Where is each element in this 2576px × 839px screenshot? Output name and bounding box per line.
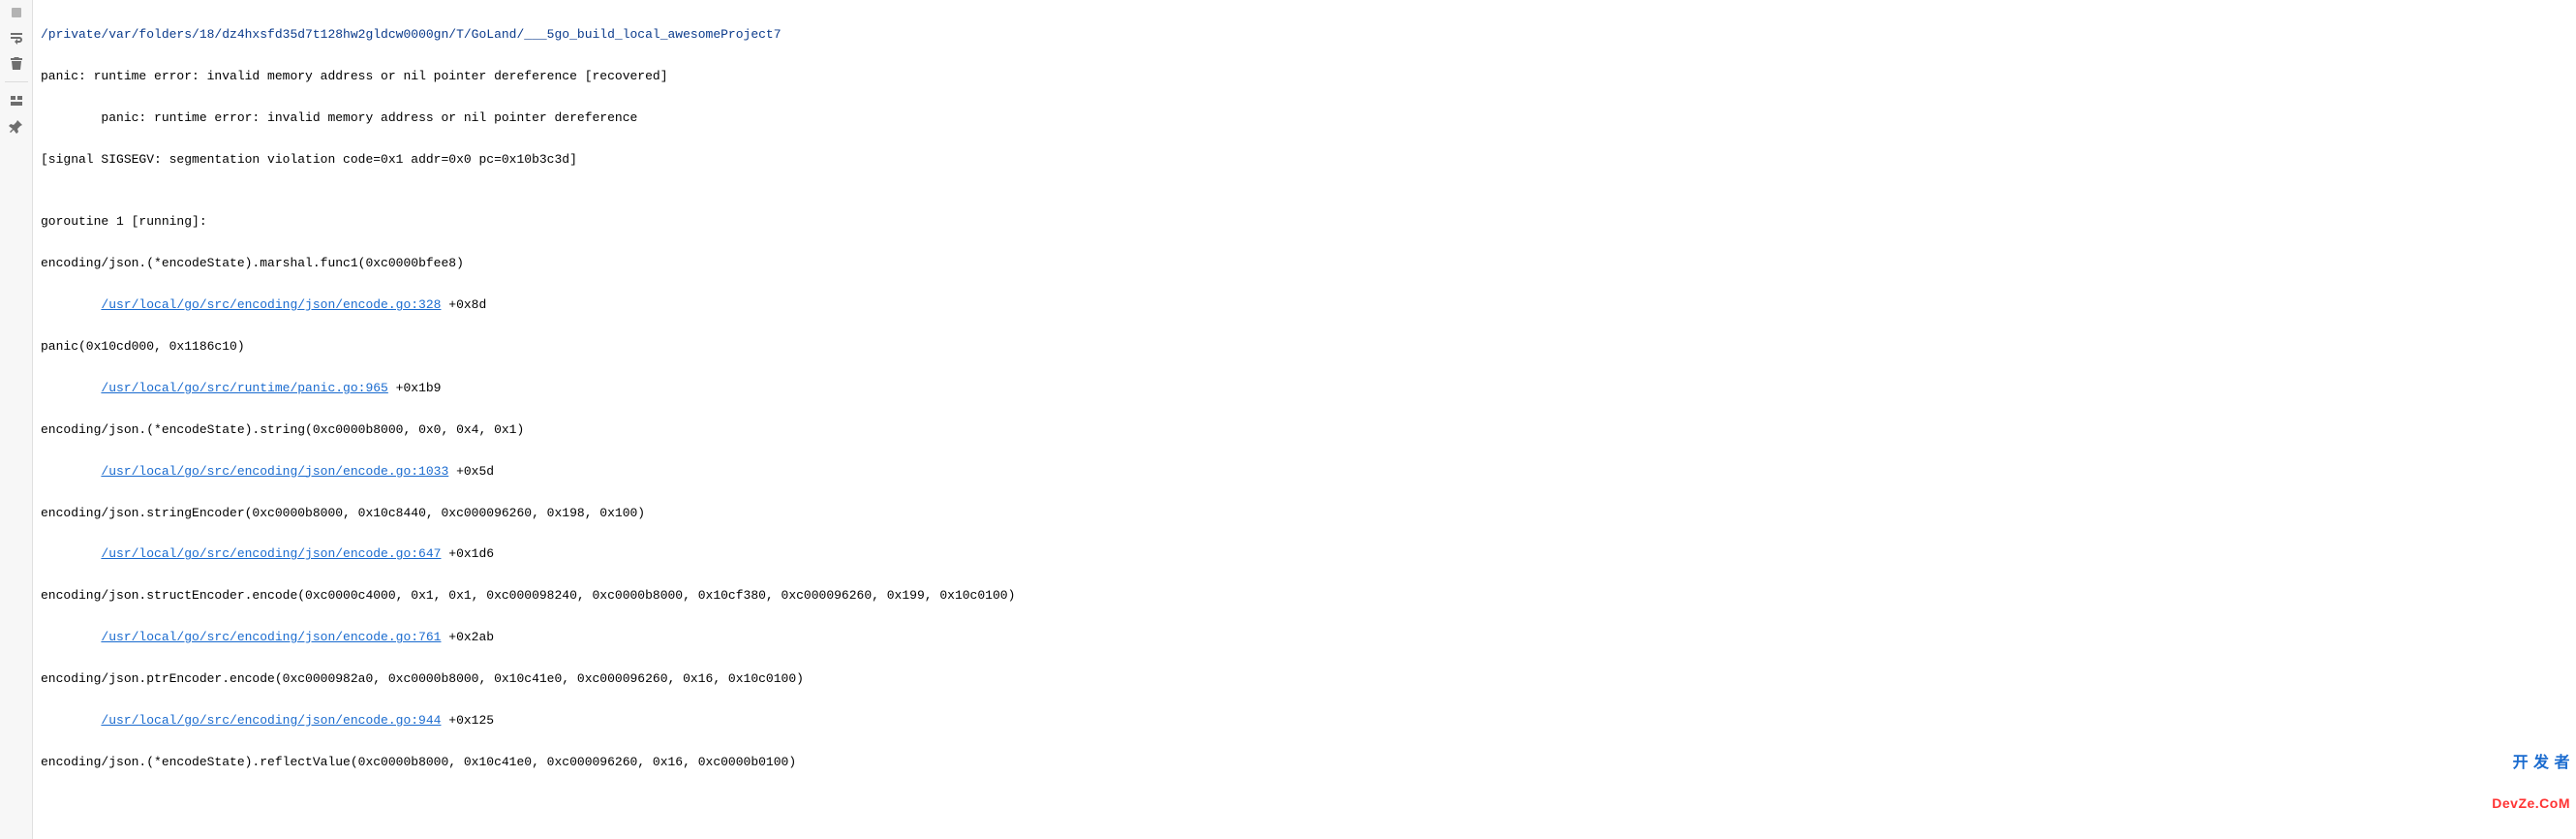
stack-line: /usr/local/go/src/encoding/json/encode.g… <box>41 295 2568 315</box>
offset-text: +0x125 <box>441 713 494 728</box>
watermark-line1: 开 发 者 <box>2492 756 2570 771</box>
offset-text: +0x1d6 <box>441 546 494 561</box>
source-link[interactable]: /usr/local/go/src/encoding/json/encode.g… <box>101 546 441 561</box>
watermark: 开 发 者 DevZe.CoM <box>2492 730 2570 835</box>
stop-icon[interactable] <box>8 4 25 21</box>
source-link[interactable]: /usr/local/go/src/encoding/json/encode.g… <box>101 297 441 312</box>
trash-icon[interactable] <box>8 54 25 72</box>
output-line: panic: runtime error: invalid memory add… <box>41 66 2568 86</box>
console-gutter <box>0 0 33 839</box>
watermark-line2: DevZe.CoM <box>2492 796 2570 810</box>
layout-icon[interactable] <box>8 92 25 109</box>
source-link[interactable]: /usr/local/go/src/runtime/panic.go:965 <box>101 381 387 395</box>
source-link[interactable]: /usr/local/go/src/encoding/json/encode.g… <box>101 713 441 728</box>
gutter-separator <box>5 81 28 82</box>
console-output: /private/var/folders/18/dz4hxsfd35d7t128… <box>33 0 2576 839</box>
offset-text: +0x1b9 <box>388 381 442 395</box>
output-line: encoding/json.(*encodeState).reflectValu… <box>41 752 2568 772</box>
output-line: encoding/json.(*encodeState).string(0xc0… <box>41 420 2568 440</box>
output-line: encoding/json.(*encodeState).marshal.fun… <box>41 253 2568 273</box>
output-line: panic: runtime error: invalid memory add… <box>41 108 2568 128</box>
output-line: [signal SIGSEGV: segmentation violation … <box>41 149 2568 170</box>
offset-text: +0x5d <box>448 464 494 479</box>
wrap-text-icon[interactable] <box>8 29 25 47</box>
stack-line: /usr/local/go/src/encoding/json/encode.g… <box>41 544 2568 564</box>
output-line: encoding/json.structEncoder.encode(0xc00… <box>41 585 2568 606</box>
output-line: encoding/json.stringEncoder(0xc0000b8000… <box>41 503 2568 523</box>
output-line: encoding/json.ptrEncoder.encode(0xc00009… <box>41 668 2568 689</box>
source-link[interactable]: /usr/local/go/src/encoding/json/encode.g… <box>101 630 441 644</box>
stack-line: /usr/local/go/src/encoding/json/encode.g… <box>41 710 2568 730</box>
output-line: goroutine 1 [running]: <box>41 211 2568 232</box>
stack-line: /usr/local/go/src/encoding/json/encode.g… <box>41 461 2568 482</box>
stack-line: /usr/local/go/src/encoding/json/encode.g… <box>41 627 2568 647</box>
offset-text: +0x8d <box>441 297 486 312</box>
pin-icon[interactable] <box>8 117 25 135</box>
command-line: /private/var/folders/18/dz4hxsfd35d7t128… <box>41 24 2568 45</box>
output-line: panic(0x10cd000, 0x1186c10) <box>41 336 2568 357</box>
source-link[interactable]: /usr/local/go/src/encoding/json/encode.g… <box>101 464 448 479</box>
offset-text: +0x2ab <box>441 630 494 644</box>
stack-line: /usr/local/go/src/runtime/panic.go:965 +… <box>41 378 2568 398</box>
